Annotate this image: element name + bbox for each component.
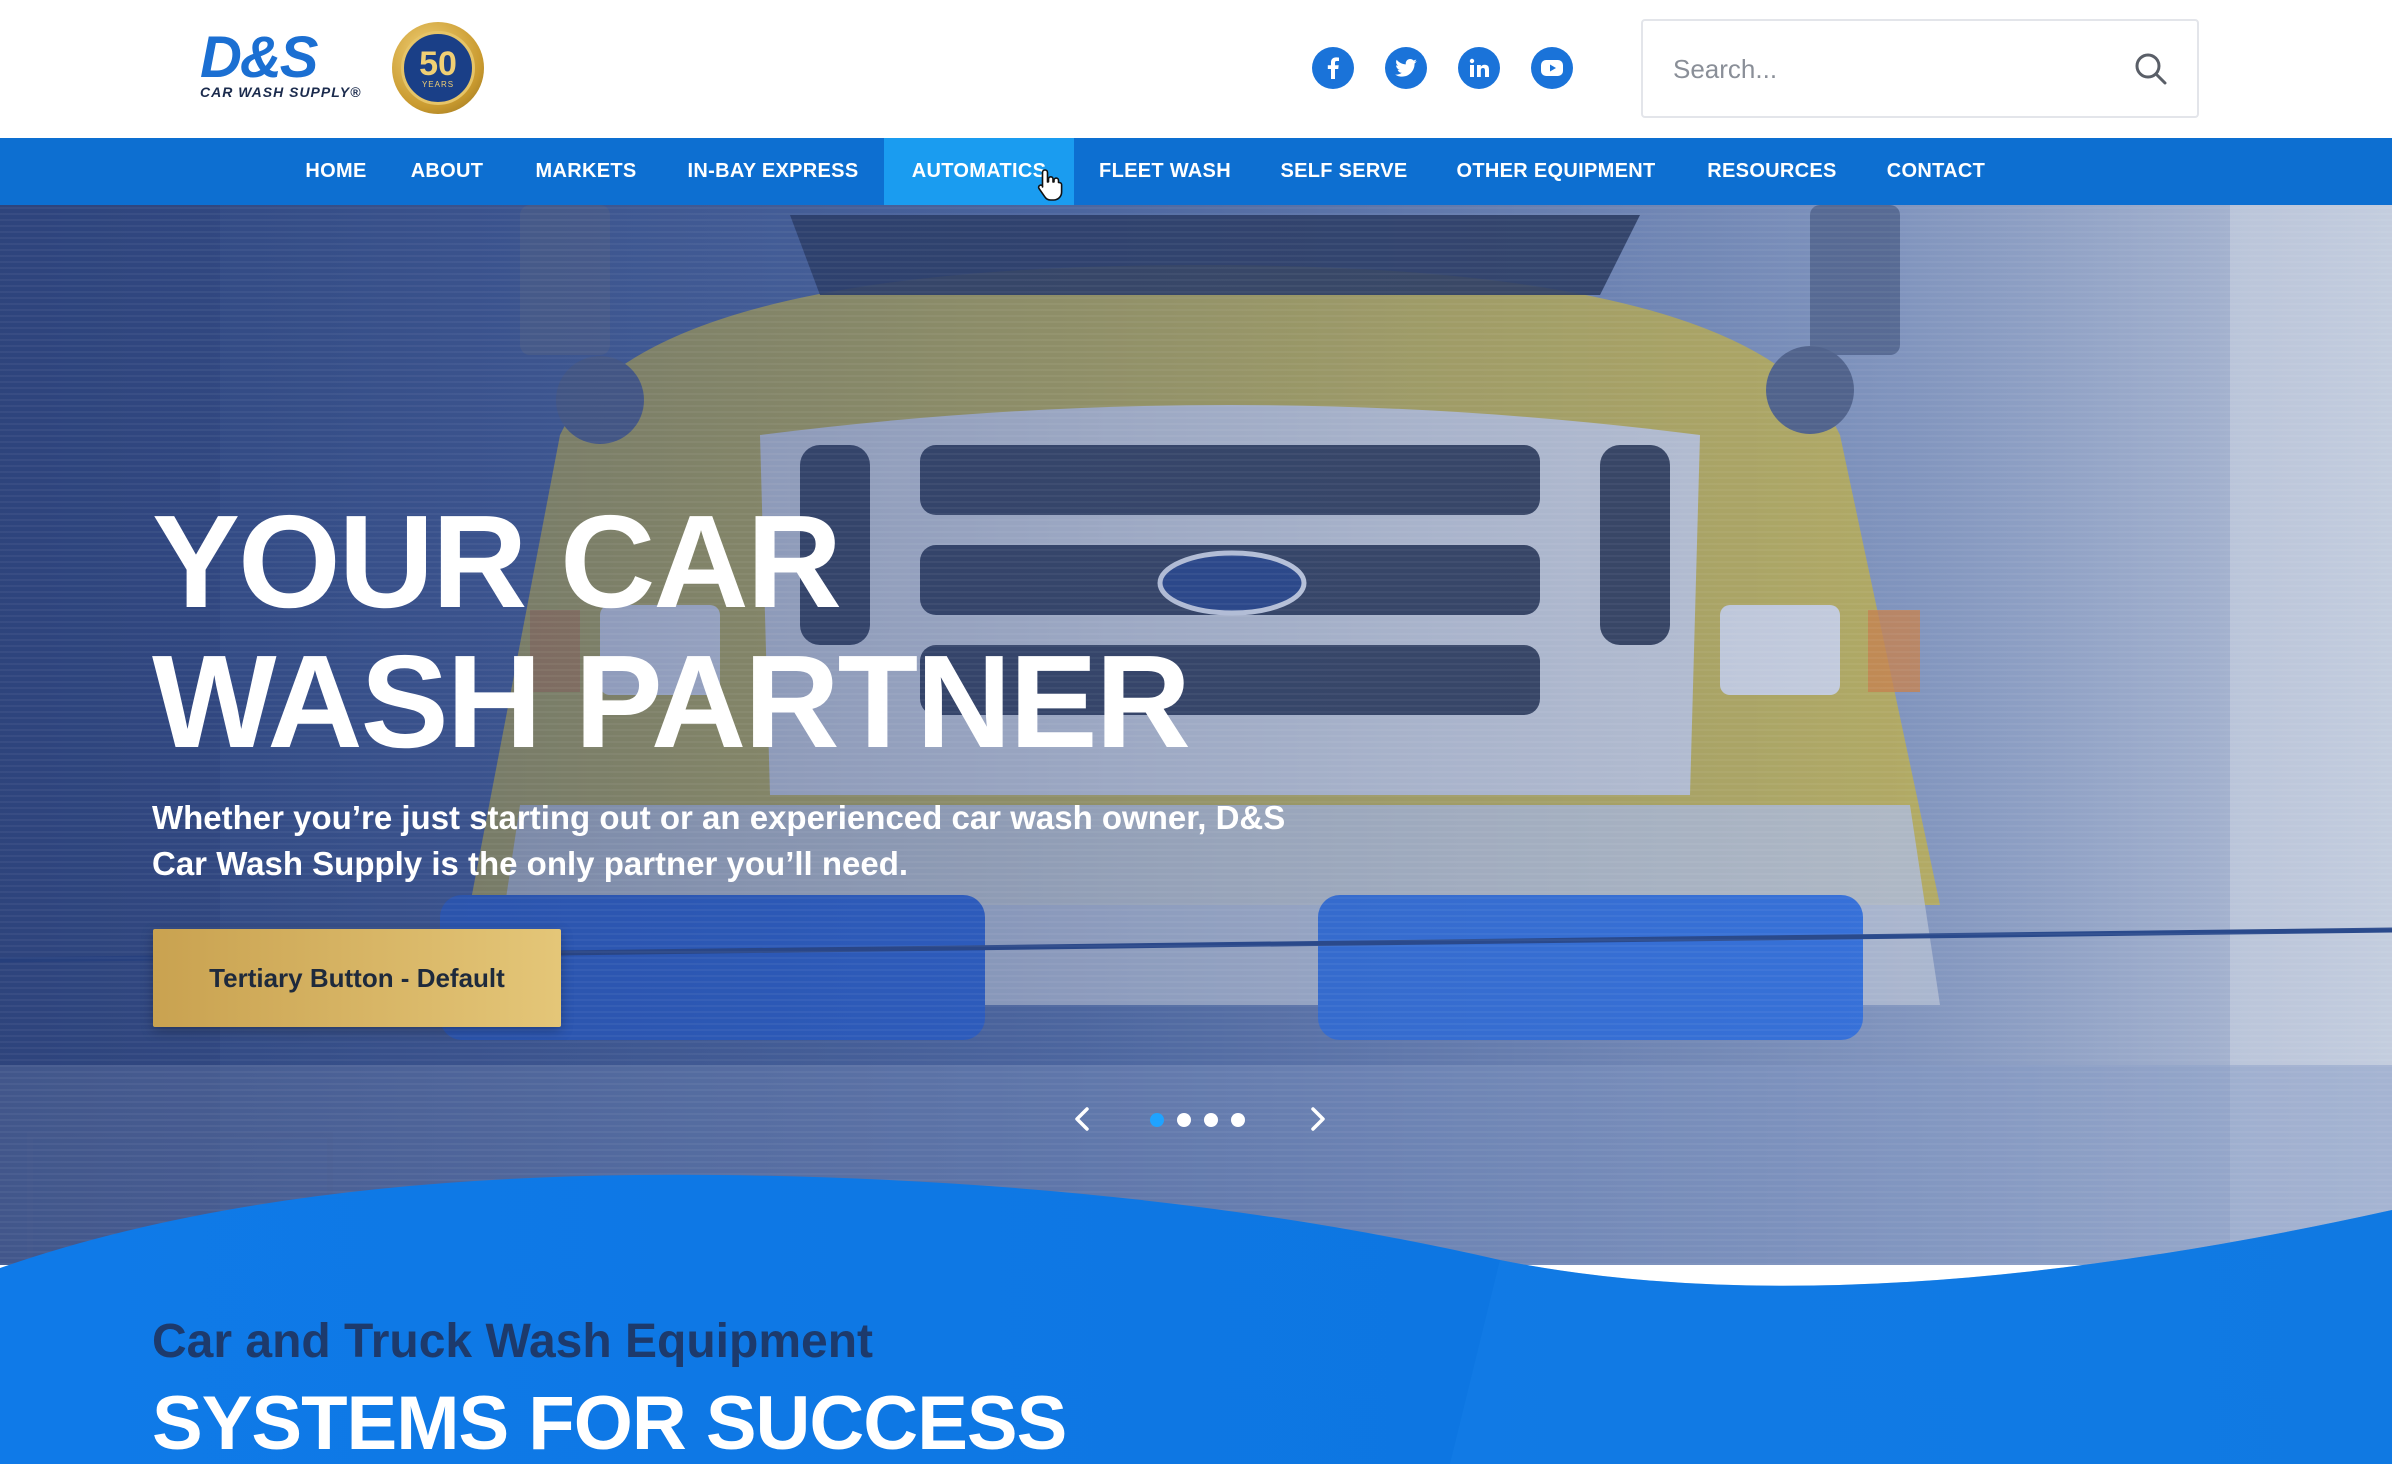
hero-subtitle-line-1: Whether you’re just starting out or an e…	[152, 799, 1286, 836]
carousel-dot-4[interactable]	[1231, 1113, 1245, 1127]
logo-tagline: CAR WASH SUPPLY®	[200, 84, 362, 100]
anniversary-number: 50	[419, 44, 457, 83]
hand-cursor-icon	[1036, 168, 1064, 202]
hero-subtitle-line-2: Car Wash Supply is the only partner you’…	[152, 845, 909, 882]
nav-item-other-equipment[interactable]: OTHER EQUIPMENT	[1450, 138, 1662, 205]
anniversary-label: YEARS	[421, 79, 455, 89]
nav-item-fleet-wash[interactable]: FLEET WASH	[1092, 138, 1238, 205]
hero-carousel: YOUR CAR WASH PARTNER Whether you’re jus…	[0, 205, 2392, 1265]
nav-item-about[interactable]: ABOUT	[400, 138, 494, 205]
hero-subtitle: Whether you’re just starting out or an e…	[152, 795, 1332, 887]
hero-title: YOUR CAR WASH PARTNER	[152, 488, 1191, 775]
nav-item-self-serve[interactable]: SELF SERVE	[1272, 138, 1416, 205]
facebook-icon[interactable]	[1312, 47, 1354, 89]
carousel-prev-arrow-icon[interactable]	[1064, 1101, 1100, 1137]
linkedin-icon[interactable]	[1458, 47, 1500, 89]
section-title: SYSTEMS FOR SUCCESS	[152, 1381, 1067, 1464]
nav-item-resources[interactable]: RESOURCES	[1696, 138, 1848, 205]
main-nav: HOME ABOUT MARKETS IN-BAY EXPRESS AUTOMA…	[0, 138, 2392, 205]
logo-wordmark: D&S	[200, 25, 318, 90]
carousel-dot-3[interactable]	[1204, 1113, 1218, 1127]
anniversary-badge: 50 YEARS	[392, 22, 484, 114]
search-input[interactable]	[1673, 49, 2103, 89]
section-kicker: Car and Truck Wash Equipment	[152, 1315, 874, 1368]
nav-item-home[interactable]: HOME	[296, 138, 376, 205]
nav-item-in-bay-express[interactable]: IN-BAY EXPRESS	[680, 138, 866, 205]
hero-cta-button[interactable]: Tertiary Button - Default	[153, 929, 561, 1027]
carousel-dots	[1150, 1113, 1245, 1127]
carousel-dot-1[interactable]	[1150, 1113, 1164, 1127]
logo[interactable]: D&S CAR WASH SUPPLY® 50 YEARS	[196, 22, 496, 114]
nav-item-contact[interactable]: CONTACT	[1882, 138, 1990, 205]
search-icon[interactable]	[2133, 51, 2169, 87]
social-links	[1312, 47, 1573, 89]
carousel-dot-2[interactable]	[1177, 1113, 1191, 1127]
carousel-next-arrow-icon[interactable]	[1300, 1101, 1336, 1137]
hero-title-line-1: YOUR CAR	[152, 488, 842, 635]
twitter-icon[interactable]	[1385, 47, 1427, 89]
youtube-icon[interactable]	[1531, 47, 1573, 89]
search-box	[1641, 19, 2199, 118]
site-header: D&S CAR WASH SUPPLY® 50 YEARS	[0, 0, 2392, 138]
nav-item-markets[interactable]: MARKETS	[528, 138, 644, 205]
hero-title-line-2: WASH PARTNER	[152, 628, 1191, 775]
